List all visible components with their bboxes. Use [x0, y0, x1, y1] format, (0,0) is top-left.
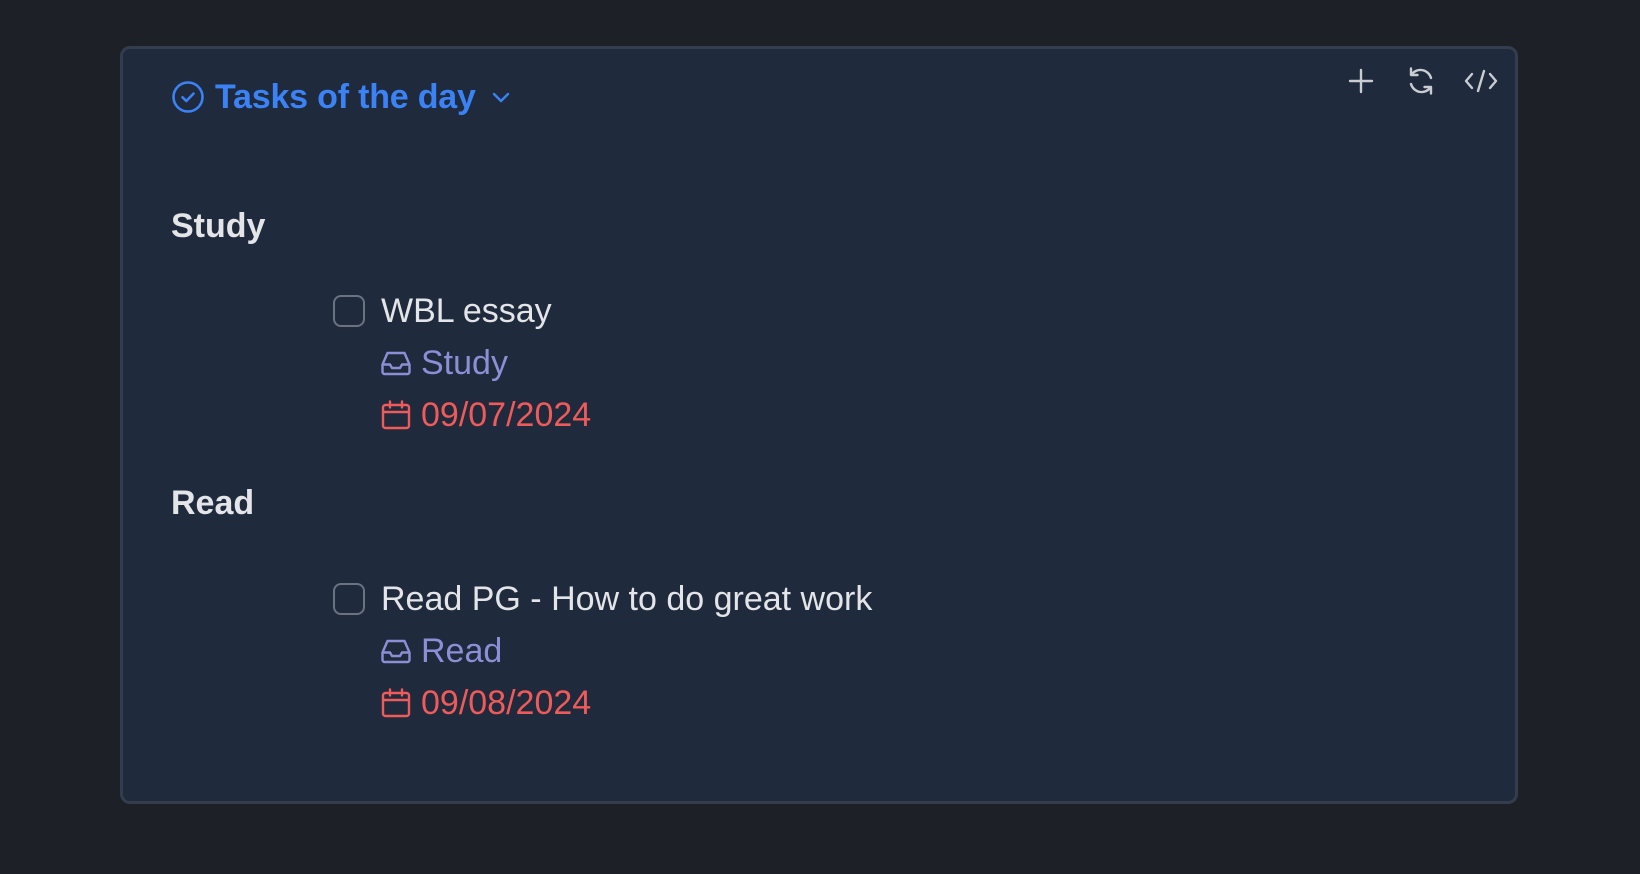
- tasks-panel: Tasks of the day Study WBL essay Study 0…: [120, 46, 1518, 804]
- group-title-read: Read: [171, 484, 255, 522]
- task-project-label[interactable]: Study: [421, 344, 508, 383]
- task-checkbox[interactable]: [333, 583, 365, 615]
- inbox-icon: [379, 346, 413, 380]
- calendar-icon: [379, 398, 413, 432]
- inbox-icon: [379, 634, 413, 668]
- task-due-label: 09/07/2024: [421, 395, 592, 434]
- task-item: WBL essay Study 09/07/2024: [333, 289, 591, 437]
- task-due-label: 09/08/2024: [421, 683, 592, 722]
- panel-toolbar: [1343, 65, 1499, 101]
- task-due-date: 09/07/2024: [333, 393, 591, 437]
- refresh-button[interactable]: [1403, 65, 1439, 101]
- refresh-icon: [1404, 64, 1438, 103]
- plus-icon: [1346, 66, 1376, 101]
- task-due-date: 09/08/2024: [333, 681, 872, 725]
- code-view-button[interactable]: [1463, 65, 1499, 101]
- code-icon: [1463, 66, 1499, 101]
- task-project-label[interactable]: Read: [421, 632, 502, 671]
- task-project[interactable]: Study: [333, 341, 591, 385]
- task-checkbox[interactable]: [333, 295, 365, 327]
- task-title: Read PG - How to do great work: [381, 579, 873, 618]
- chevron-down-icon[interactable]: [488, 84, 514, 110]
- add-task-button[interactable]: [1343, 65, 1379, 101]
- page-title: Tasks of the day: [215, 77, 476, 116]
- check-circle-icon: [171, 80, 205, 114]
- task-item: Read PG - How to do great work Read 09/0…: [333, 577, 872, 725]
- task-title: WBL essay: [381, 291, 552, 330]
- calendar-icon: [379, 686, 413, 720]
- panel-header[interactable]: Tasks of the day: [171, 77, 514, 117]
- group-title-study: Study: [171, 207, 266, 245]
- task-project[interactable]: Read: [333, 629, 872, 673]
